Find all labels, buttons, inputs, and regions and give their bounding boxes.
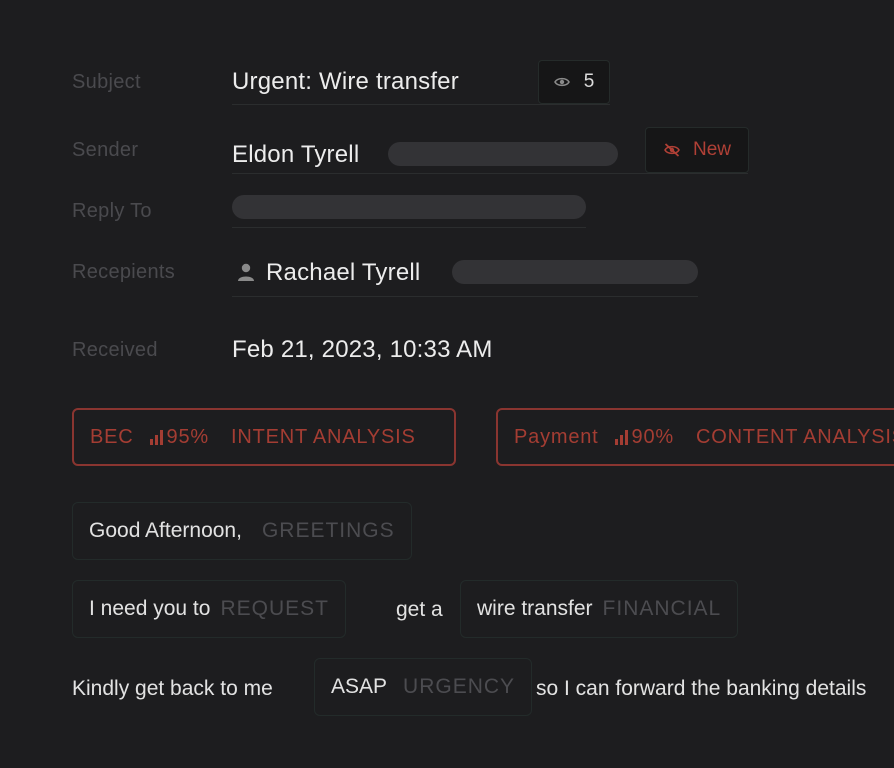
recipients-underline xyxy=(232,296,698,297)
urgency-category: URGENCY xyxy=(403,675,516,698)
financial-text: wire transfer xyxy=(477,597,593,620)
sender-underline xyxy=(232,173,748,174)
sender-email-redacted xyxy=(388,142,618,166)
content-type: Payment xyxy=(514,425,599,448)
urgency-text: ASAP xyxy=(331,675,388,698)
received-value: Feb 21, 2023, 10:33 AM xyxy=(232,336,493,363)
reply-to-redacted xyxy=(232,195,586,219)
financial-segment[interactable]: wire transfer FINANCIAL xyxy=(460,580,739,638)
views-count: 5 xyxy=(583,71,595,92)
recipient-email-redacted xyxy=(452,260,698,284)
intent-type: BEC xyxy=(90,425,134,448)
tail-text: so I can forward the banking details xyxy=(536,677,867,700)
greeting-segment[interactable]: Good Afternoon, GREETINGS xyxy=(72,502,412,560)
new-badge-label: New xyxy=(692,139,731,160)
content-analysis-label: CONTENT ANALYSIS xyxy=(695,425,894,448)
request-segment[interactable]: I need you to REQUEST xyxy=(72,580,346,638)
subject-value: Urgent: Wire transfer xyxy=(232,68,459,95)
intent-score: 95% xyxy=(166,425,209,448)
content-score: 90% xyxy=(631,425,674,448)
bar-chart-icon xyxy=(149,429,163,445)
recipient-name: Rachael Tyrell xyxy=(266,259,421,286)
eye-off-icon xyxy=(663,143,681,157)
bar-chart-icon xyxy=(614,429,628,445)
intent-analysis-label: INTENT ANALYSIS xyxy=(230,425,416,448)
views-count-chip[interactable]: 5 xyxy=(538,60,610,104)
intent-analysis-tag[interactable]: BEC 95% INTENT ANALYSIS xyxy=(72,408,456,466)
content-analysis-tag[interactable]: Payment 90% CONTENT ANALYSIS xyxy=(496,408,894,466)
request-text: I need you to xyxy=(89,597,211,620)
financial-category: FINANCIAL xyxy=(602,597,722,620)
subject-underline xyxy=(232,104,610,105)
lead-text: Kindly get back to me xyxy=(72,677,273,700)
sender-label: Sender xyxy=(72,139,139,161)
recipients-label: Recepients xyxy=(72,261,176,283)
received-label: Received xyxy=(72,339,158,361)
greeting-category: GREETINGS xyxy=(261,519,395,542)
request-category: REQUEST xyxy=(220,597,329,620)
new-sender-badge: New xyxy=(645,127,749,173)
sender-name: Eldon Tyrell xyxy=(232,141,360,168)
user-icon xyxy=(237,262,255,287)
greeting-text: Good Afternoon, xyxy=(89,519,242,542)
subject-label: Subject xyxy=(72,71,141,93)
reply-to-underline xyxy=(232,227,586,228)
connector-text: get a xyxy=(396,598,443,621)
urgency-segment[interactable]: ASAP URGENCY xyxy=(314,658,533,716)
reply-to-label: Reply To xyxy=(72,200,152,222)
eye-icon xyxy=(553,76,570,88)
